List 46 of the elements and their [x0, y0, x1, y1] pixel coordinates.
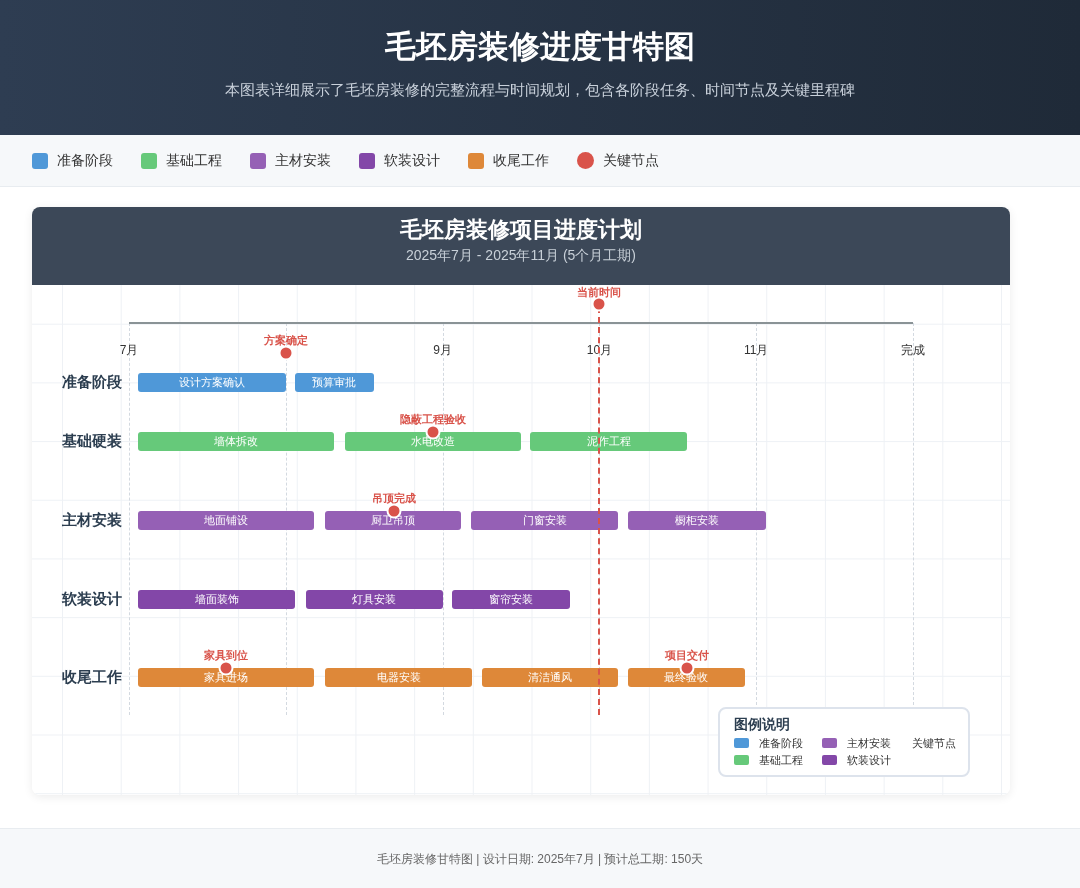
legend-label: 软装设计 — [384, 151, 440, 170]
task-bar: 水电改造 — [345, 431, 521, 451]
footer-text: 毛坯房装修甘特图 | 设计日期: 2025年7月 | 预计总工期: 150天 — [376, 850, 704, 868]
task-bar: 墙面装饰 — [138, 589, 296, 609]
legend-label: 关键节点 — [603, 151, 659, 170]
page-subtitle: 本图表详细展示了毛坯房装修的完整流程与时间规划，包含各阶段任务、时间节点及关键里程碑 — [224, 80, 856, 101]
row-label: 主材安装 — [62, 509, 122, 530]
legend-label: 准备阶段 — [759, 735, 803, 750]
task-bar: 灯具安装 — [306, 589, 443, 609]
milestone-label: 项目交付 — [665, 647, 710, 663]
task-bar: 预算审批 — [295, 372, 374, 392]
current-time-label: 当前时间 — [577, 285, 622, 300]
legend-label: 主材安装 — [847, 735, 891, 750]
axis-label: 完成 — [901, 342, 925, 359]
task-bar: 橱柜安装 — [627, 510, 766, 530]
milestone-label: 隐蔽工程验收 — [400, 411, 467, 427]
row-label: 软装设计 — [62, 588, 122, 609]
row-label: 收尾工作 — [62, 666, 122, 687]
chart-title: 毛坯房装修项目进度计划 — [399, 217, 643, 244]
task-bar: 电器安装 — [325, 667, 473, 687]
legend-label: 收尾工作 — [493, 151, 549, 170]
task-bar: 墙体拆改 — [138, 431, 335, 451]
legend-label: 软装设计 — [847, 752, 891, 767]
milestone-label: 方案确定 — [263, 332, 308, 348]
legend-label: 关键节点 — [912, 735, 956, 750]
milestone-label: 吊顶完成 — [372, 490, 416, 506]
milestone-label: 家具到位 — [204, 647, 249, 663]
row-label: 基础硬装 — [62, 430, 122, 451]
legend-label: 主材安装 — [275, 151, 331, 170]
row-label: 准备阶段 — [62, 371, 122, 392]
task-bar: 地面铺设 — [138, 510, 314, 530]
task-bar: 设计方案确认 — [138, 372, 286, 392]
legend-label: 准备阶段 — [57, 151, 113, 170]
legend-title: 图例说明 — [734, 716, 791, 733]
legend-label: 基础工程 — [759, 752, 803, 767]
axis-label: 9月 — [433, 342, 452, 359]
chart-subtitle: 2025年7月 - 2025年11月 (5个月工期) — [404, 246, 638, 266]
task-bar: 门窗安装 — [470, 510, 619, 530]
task-bar: 窗帘安装 — [452, 589, 570, 609]
milestone-dot — [278, 345, 294, 360]
current-time-dot — [591, 296, 607, 312]
legend-label: 基础工程 — [166, 151, 222, 170]
axis-label: 7月 — [119, 342, 139, 359]
task-bar: 清洁通风 — [481, 667, 619, 687]
axis-label: 11月 — [743, 342, 769, 359]
page-title: 毛坯房装修进度甘特图 — [384, 28, 696, 66]
